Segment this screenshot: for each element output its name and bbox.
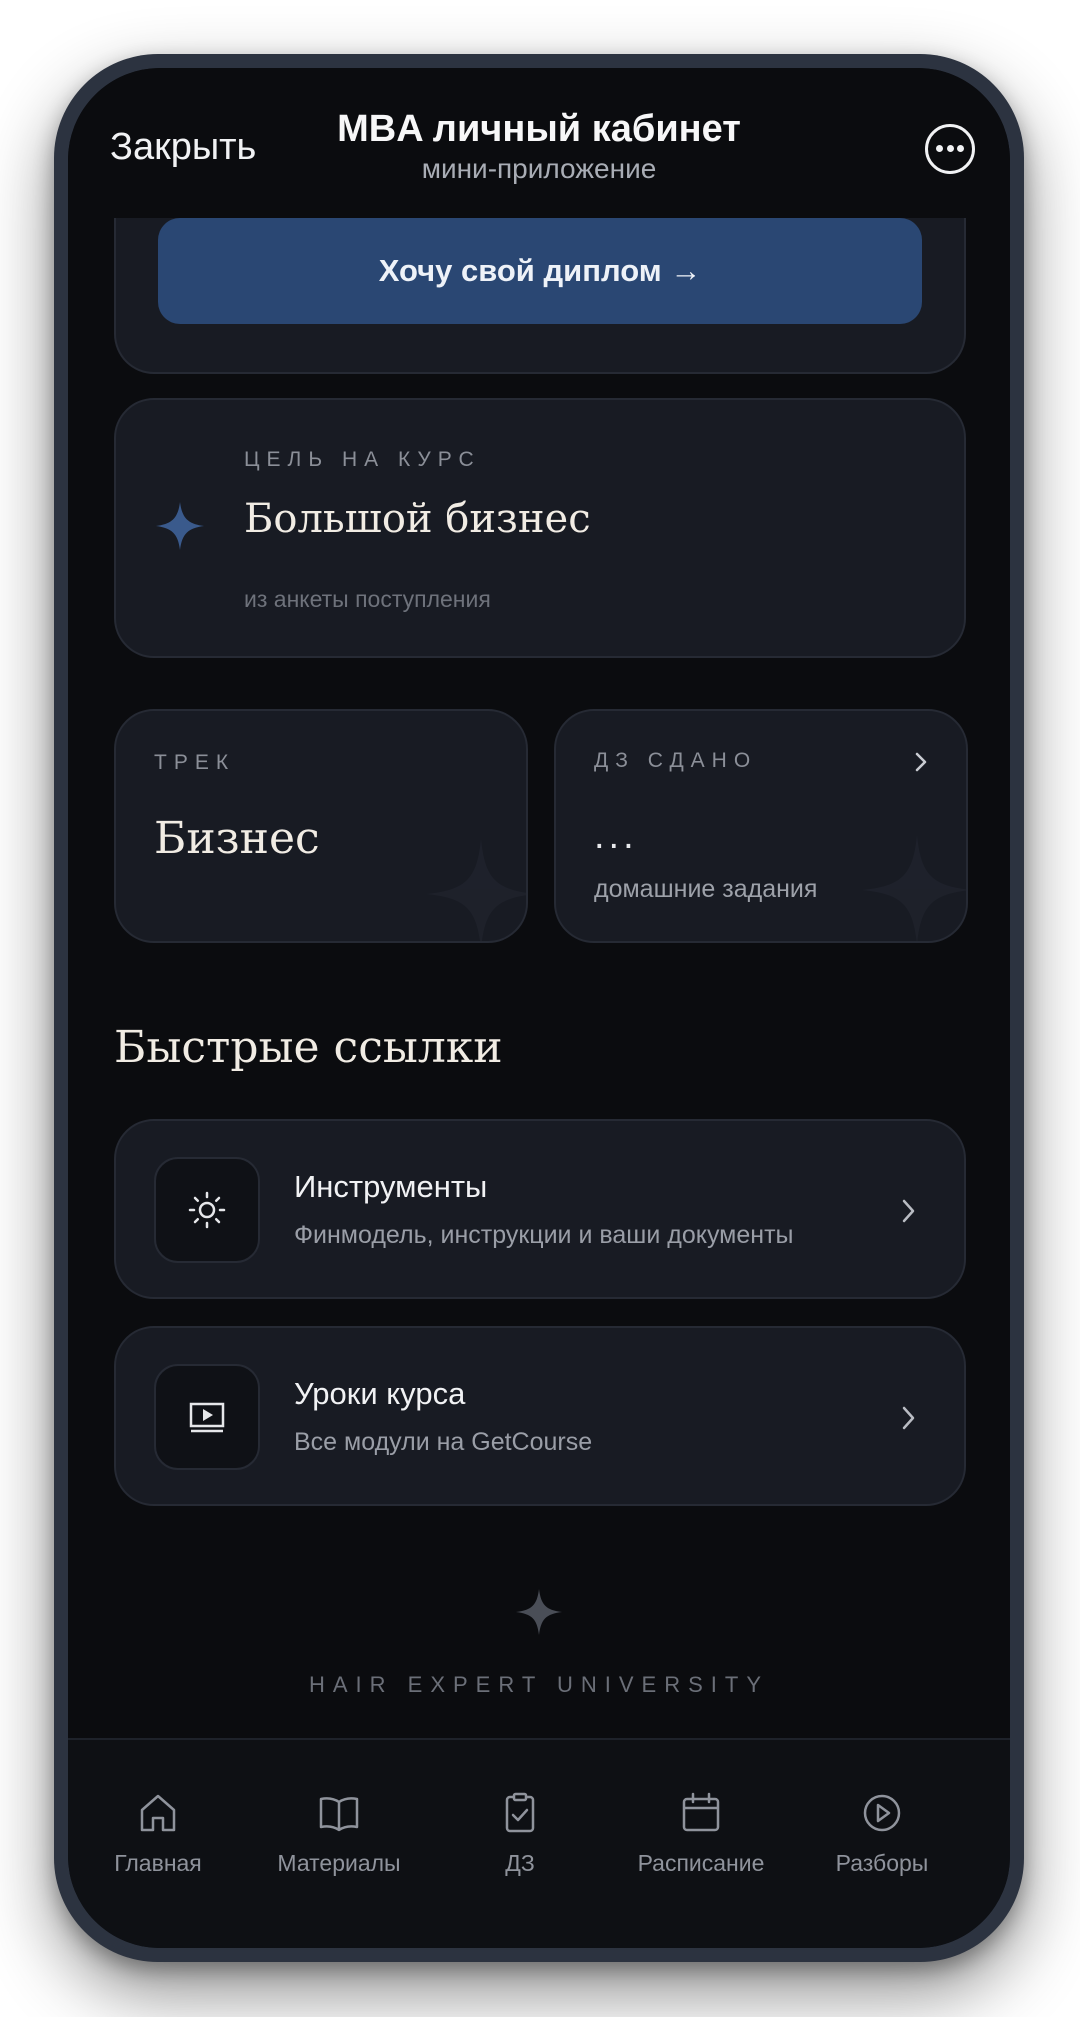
goal-card: ЦЕЛЬ НА КУРС Большой бизнес из анкеты по…: [114, 398, 966, 658]
phone-frame: Хочу свой диплом → Закрыть MBA личный ка…: [54, 54, 1024, 1962]
tab-label: ДЗ: [505, 1850, 535, 1876]
track-card: ТРЕК Бизнес: [114, 709, 528, 943]
homework-value: ...: [594, 815, 638, 857]
bottom-tab-bar: Главная Материалы ДЗ Расписание Разборы: [68, 1738, 1010, 1948]
chevron-right-icon: [902, 1199, 915, 1223]
title-block: MBA личный кабинет мини-приложение: [68, 108, 1010, 185]
tab-label: Разборы: [835, 1850, 929, 1876]
tab-home[interactable]: Главная: [68, 1790, 248, 1877]
homework-note: домашние задания: [594, 875, 818, 903]
clipboard-check-icon: [505, 1792, 535, 1833]
quick-links-title: Быстрые ссылки: [114, 1022, 503, 1073]
tab-reviews[interactable]: Разборы: [792, 1790, 972, 1877]
tools-icon-box: [154, 1157, 260, 1263]
goal-value: Большой бизнес: [244, 496, 591, 542]
app-title: MBA личный кабинет: [337, 108, 741, 150]
calendar-icon: [682, 1792, 720, 1832]
sparkle-icon: [156, 502, 204, 550]
sparkle-icon: [516, 1589, 562, 1635]
quick-link-tools[interactable]: Инструменты Финмодель, инструкции и ваши…: [114, 1119, 966, 1299]
app-subtitle: мини-приложение: [421, 153, 657, 184]
book-icon: [319, 1797, 359, 1832]
tab-label: Материалы: [277, 1850, 401, 1876]
play-circle-icon: [863, 1794, 901, 1832]
homework-card[interactable]: ДЗ СДАНО ... домашние задания: [554, 709, 968, 943]
track-label: ТРЕК: [154, 751, 236, 774]
tab-homework[interactable]: ДЗ: [430, 1790, 610, 1877]
chevron-right-icon: [902, 1406, 915, 1430]
sun-icon: [188, 1191, 226, 1229]
tab-label: Главная: [114, 1850, 202, 1876]
track-value: Бизнес: [154, 813, 320, 864]
goal-note: из анкеты поступления: [244, 586, 491, 612]
video-play-icon: [189, 1402, 225, 1433]
tab-schedule[interactable]: Расписание: [611, 1790, 791, 1877]
home-icon: [140, 1794, 176, 1832]
top-bar: Закрыть MBA личный кабинет мини-приложен…: [68, 68, 1010, 218]
quick-link-description: Все модули на GetCourse: [294, 1428, 593, 1456]
decorative-sparkle-icon: [862, 835, 966, 941]
quick-link-description: Финмодель, инструкции и ваши документы: [294, 1221, 794, 1249]
goal-label: ЦЕЛЬ НА КУРС: [244, 448, 481, 471]
tab-materials[interactable]: Материалы: [249, 1790, 429, 1877]
tab-label: Расписание: [637, 1850, 765, 1876]
quick-link-title: Уроки курса: [294, 1376, 466, 1411]
footer-brand: HAIR EXPERT UNIVERSITY: [308, 1672, 770, 1697]
quick-link-title: Инструменты: [294, 1169, 488, 1204]
chevron-right-icon: [915, 752, 927, 772]
more-horizontal-icon[interactable]: [925, 124, 975, 174]
homework-label: ДЗ СДАНО: [594, 749, 758, 772]
decorative-sparkle-icon: [426, 839, 526, 941]
lessons-icon-box: [154, 1364, 260, 1470]
quick-link-lessons[interactable]: Уроки курса Все модули на GetCourse: [114, 1326, 966, 1506]
want-diploma-button[interactable]: Хочу свой диплом →: [158, 218, 922, 324]
app-screen: Хочу свой диплом → Закрыть MBA личный ка…: [68, 68, 1010, 1948]
